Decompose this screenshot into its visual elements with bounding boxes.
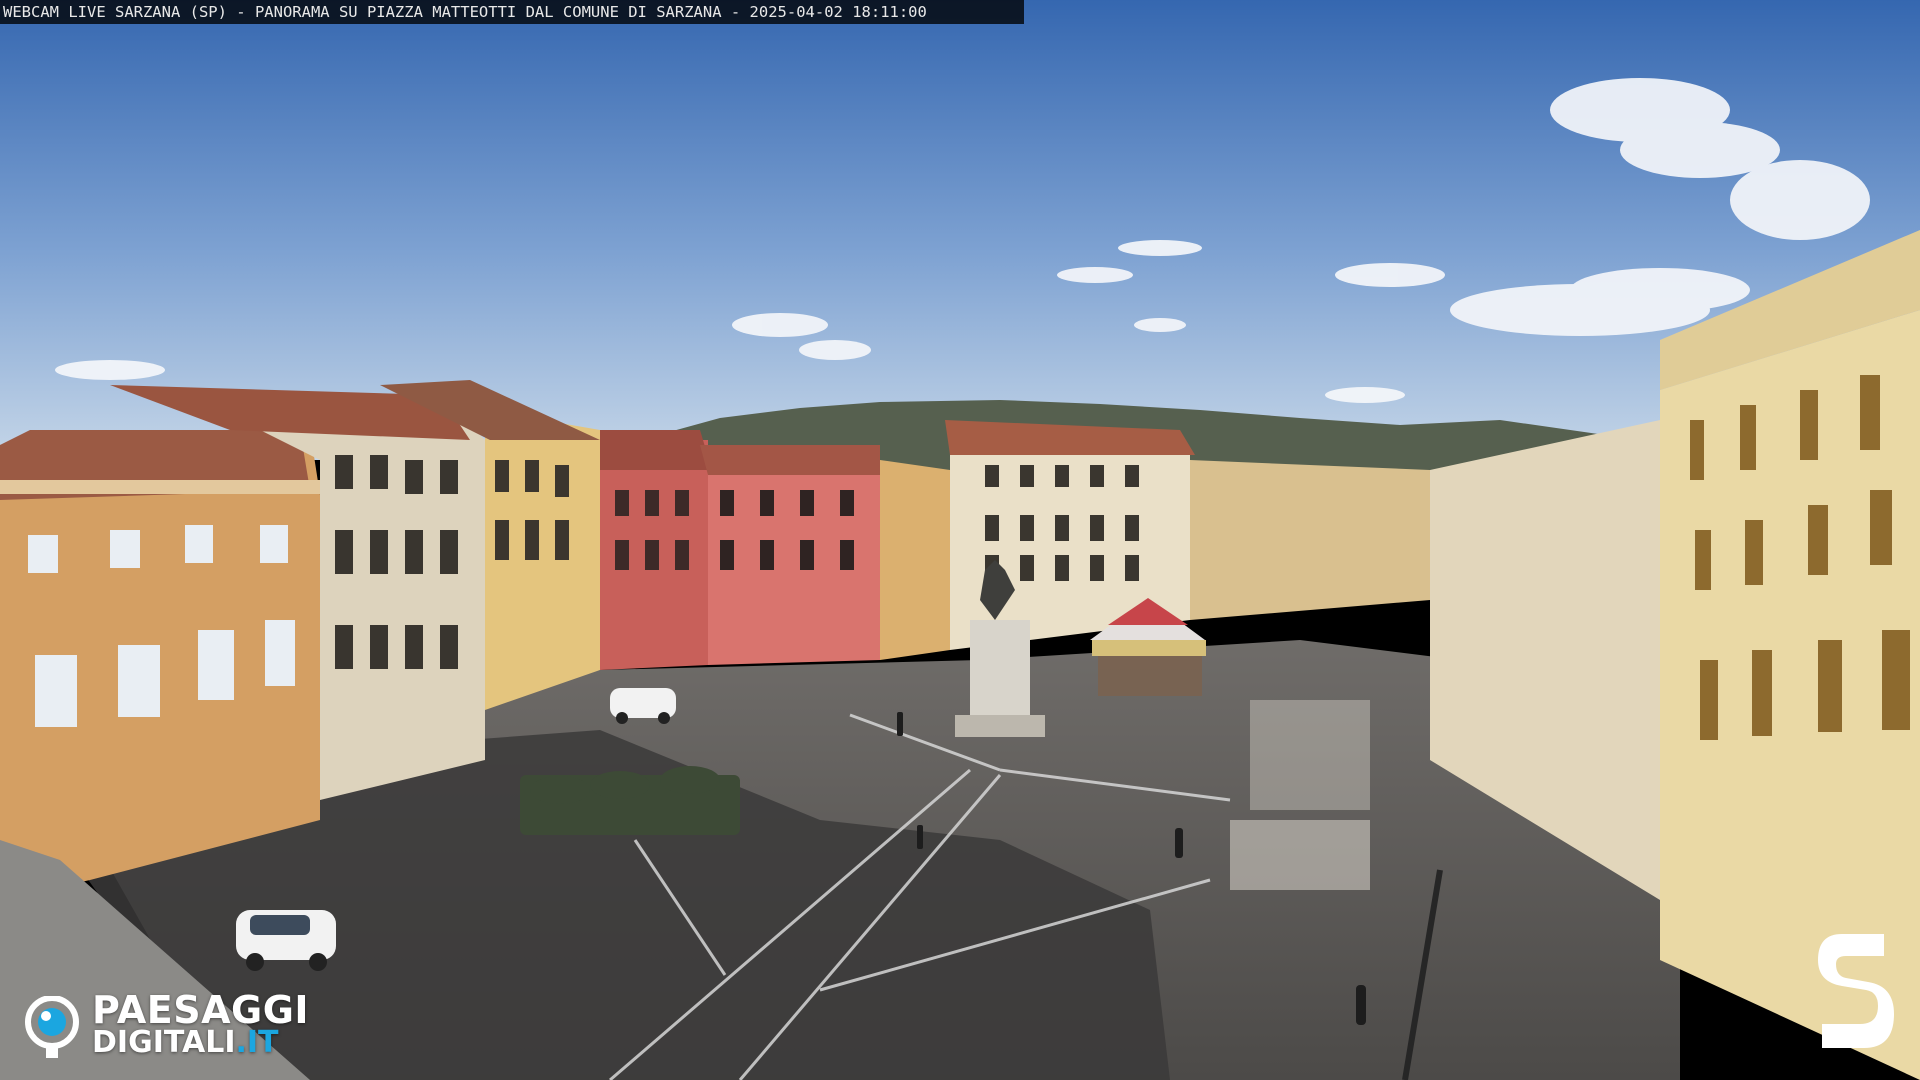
buildings-receding xyxy=(1190,460,1430,620)
webcam-frame: WEBCAM LIVE SARZANA (SP) - PANORAMA SU P… xyxy=(0,0,1920,1080)
planters xyxy=(520,766,740,835)
brand-name-line1: PAESAGGI xyxy=(92,988,310,1032)
building-red xyxy=(600,430,712,670)
building-left-ochre xyxy=(0,430,320,900)
brand-name-line2: DIGITALI.IT xyxy=(92,1026,279,1060)
webcam-scene xyxy=(0,0,1920,1080)
brand-name-main: DIGITALI xyxy=(92,1025,236,1060)
building-ochre-center xyxy=(880,460,950,660)
eye-camera-icon xyxy=(25,996,79,1058)
cafe-tables xyxy=(1230,700,1370,890)
building-salmon xyxy=(700,445,880,665)
paesaggi-digitali-watermark: PAESAGGI DIGITALI.IT xyxy=(24,990,334,1060)
s-logo-icon xyxy=(1818,934,1894,1048)
timestamp-overlay: WEBCAM LIVE SARZANA (SP) - PANORAMA SU P… xyxy=(0,0,1024,24)
brand-tld: .IT xyxy=(235,1025,279,1060)
